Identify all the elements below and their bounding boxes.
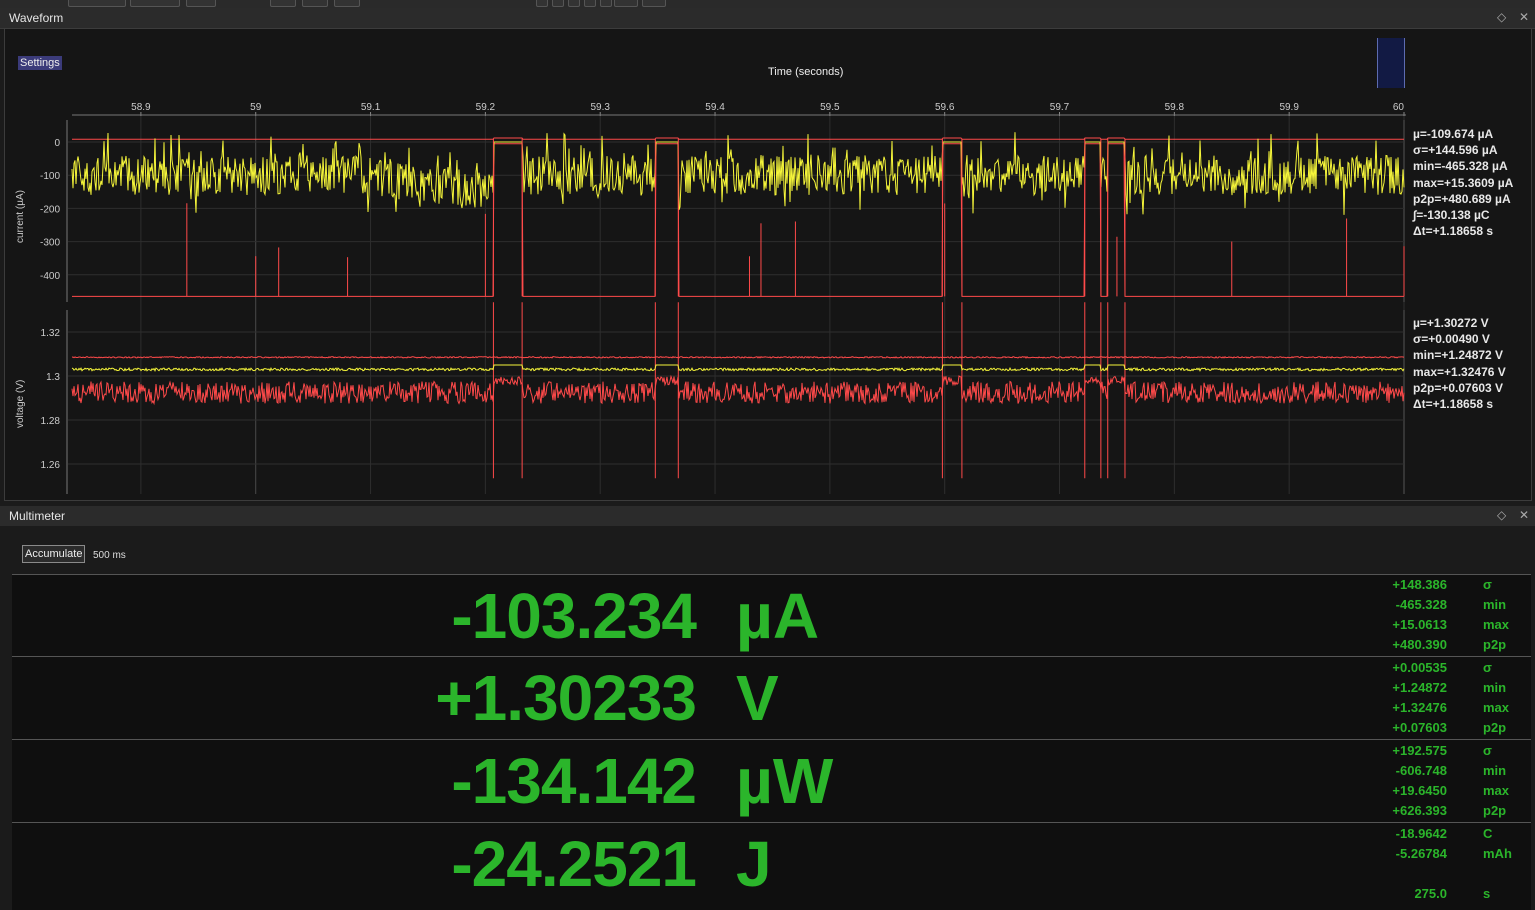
- stat-p2p: p2p=+480.689 µA: [1413, 191, 1511, 206]
- toolbar-button[interactable]: [68, 0, 126, 7]
- toolbar-button[interactable]: [584, 0, 596, 7]
- current-unit: µA: [736, 580, 820, 652]
- duration-label: s: [1483, 886, 1491, 901]
- stat-sigma: σ=+144.596 µA: [1413, 143, 1498, 158]
- toolbar-button[interactable]: [186, 0, 216, 7]
- toolbar-button[interactable]: [536, 0, 548, 7]
- capacity-value: -5.26784: [1395, 846, 1447, 861]
- toolbar-button[interactable]: [130, 0, 180, 7]
- charge-label: C: [1483, 826, 1493, 841]
- voltage-p2p-value: +0.07603: [1392, 720, 1447, 735]
- energy-unit: J: [736, 828, 772, 900]
- current-max-label: max: [1483, 617, 1510, 632]
- toolbar-button[interactable]: [568, 0, 580, 7]
- multimeter-panel-header: Multimeter ◇ ✕: [0, 506, 1535, 527]
- voltage-min-value: +1.24872: [1392, 680, 1447, 695]
- toolbar-button[interactable]: [642, 0, 666, 7]
- current-value: -103.234: [451, 580, 697, 652]
- stat-max: max=+15.3609 µA: [1413, 175, 1514, 190]
- voltage-max-value: +1.32476: [1392, 700, 1447, 715]
- voltage-stats: µ=+1.30272 V σ=+0.00490 V min=+1.24872 V…: [1413, 315, 1506, 412]
- stat-dt: Δt=+1.18658 s: [1413, 224, 1494, 239]
- toolbar-button[interactable]: [614, 0, 638, 7]
- power-value: -134.142: [451, 745, 697, 817]
- voltage-unit: V: [736, 662, 779, 734]
- power-sigma-value: +192.575: [1392, 743, 1447, 758]
- stat-charge: ∫=-130.138 µC: [1413, 208, 1490, 223]
- power-sigma-label: σ: [1483, 743, 1492, 758]
- voltage-sigma-label: σ: [1483, 660, 1492, 675]
- duration-value: 275.0: [1414, 886, 1447, 901]
- toolbar-button[interactable]: [600, 0, 612, 7]
- stat-sigma: σ=+0.00490 V: [1413, 332, 1490, 347]
- toolbar-button[interactable]: [302, 0, 328, 7]
- stat-min: min=-465.328 µA: [1413, 159, 1508, 174]
- current-y-axis-label: current (µA): [15, 190, 26, 243]
- stat-p2p: p2p=+0.07603 V: [1413, 380, 1504, 395]
- stat-dt: Δt=+1.18658 s: [1413, 397, 1494, 412]
- power-p2p-label: p2p: [1483, 803, 1507, 818]
- stat-max: max=+1.32476 V: [1413, 364, 1506, 379]
- multimeter-row-power: -134.142 µW: [12, 739, 1531, 822]
- current-sigma-label: σ: [1483, 577, 1492, 592]
- current-max-value: +15.0613: [1392, 617, 1447, 632]
- settings-button[interactable]: Settings: [18, 56, 62, 70]
- multimeter-row-voltage: +1.30233 V: [12, 656, 1531, 739]
- multimeter-panel-title: Multimeter: [9, 509, 66, 523]
- current-min-label: min: [1483, 597, 1507, 612]
- float-icon[interactable]: ◇: [1497, 10, 1506, 24]
- voltage-value: +1.30233: [435, 662, 697, 734]
- close-icon[interactable]: ✕: [1519, 508, 1529, 522]
- close-icon[interactable]: ✕: [1519, 10, 1529, 24]
- current-sigma-value: +148.386: [1392, 577, 1447, 592]
- current-stats: µ=-109.674 µA σ=+144.596 µA min=-465.328…: [1413, 126, 1513, 239]
- energy-value: -24.2521: [451, 828, 697, 900]
- current-p2p-value: +480.390: [1392, 637, 1447, 652]
- toolbar-button[interactable]: [270, 0, 296, 7]
- voltage-max-label: max: [1483, 700, 1510, 715]
- current-min-value: -465.328: [1395, 597, 1447, 612]
- accumulate-button[interactable]: Accumulate: [22, 545, 86, 563]
- x-axis-title: Time (seconds): [768, 66, 844, 78]
- power-max-label: max: [1483, 783, 1510, 798]
- stat-min: min=+1.24872 V: [1413, 348, 1504, 363]
- time-navigator-marker[interactable]: [1377, 38, 1405, 88]
- capacity-label: mAh: [1483, 846, 1512, 861]
- waveform-plot-area[interactable]: [4, 28, 1532, 501]
- float-icon[interactable]: ◇: [1497, 508, 1506, 522]
- multimeter-row-current: -103.234 µA: [12, 574, 1531, 657]
- toolbar-button[interactable]: [552, 0, 564, 7]
- power-min-value: -606.748: [1395, 763, 1447, 778]
- toolbar-button[interactable]: [334, 0, 360, 7]
- averaging-period: 500 ms: [93, 550, 126, 561]
- waveform-panel-header: Waveform ◇ ✕: [0, 8, 1535, 29]
- power-p2p-value: +626.393: [1392, 803, 1447, 818]
- toolbar-strip: [0, 0, 1535, 8]
- current-p2p-label: p2p: [1483, 637, 1507, 652]
- voltage-y-axis-label: voltage (V): [15, 379, 26, 428]
- power-unit: µW: [736, 745, 834, 817]
- power-min-label: min: [1483, 763, 1507, 778]
- waveform-panel-title: Waveform: [9, 11, 64, 25]
- power-max-value: +19.6450: [1392, 783, 1447, 798]
- voltage-p2p-label: p2p: [1483, 720, 1507, 735]
- multimeter-row-energy: -24.2521 J: [12, 822, 1531, 910]
- stat-mean: µ=-109.674 µA: [1413, 127, 1494, 141]
- stat-mean: µ=+1.30272 V: [1413, 316, 1489, 330]
- charge-value: -18.9642: [1395, 826, 1447, 841]
- voltage-min-label: min: [1483, 680, 1507, 695]
- voltage-sigma-value: +0.00535: [1392, 660, 1447, 675]
